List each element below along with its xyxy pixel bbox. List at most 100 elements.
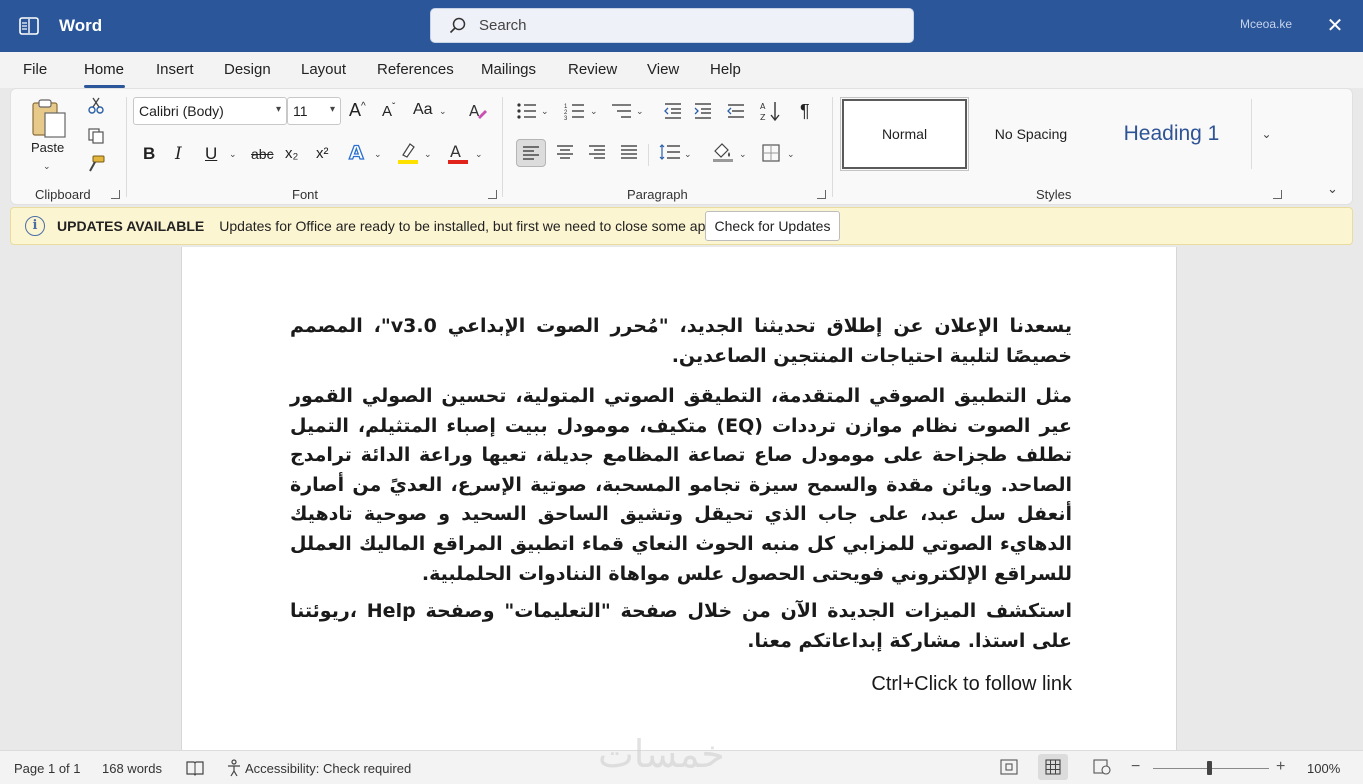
chevron-down-icon[interactable]: ⌄ <box>739 149 747 160</box>
clipboard-launcher-icon[interactable] <box>111 190 120 199</box>
italic-button[interactable]: I <box>175 144 182 164</box>
word-count[interactable]: 168 words <box>102 761 162 776</box>
document-paragraph[interactable]: مثل التطبيق الصوقي المتقدمة، التطيقق الص… <box>290 382 1072 589</box>
style-no-spacing-label: No Spacing <box>994 126 1068 142</box>
superscript-button[interactable]: x² <box>316 145 329 162</box>
font-color-icon[interactable]: A <box>447 141 469 165</box>
tab-file[interactable]: File <box>23 61 47 78</box>
search-box[interactable] <box>430 8 914 43</box>
tab-layout[interactable]: Layout <box>301 61 346 78</box>
decrease-indent-icon[interactable] <box>663 102 683 120</box>
zoom-in-icon[interactable]: + <box>1276 758 1285 776</box>
watermark-logo: خمسات <box>598 732 725 776</box>
chevron-down-icon[interactable]: ⌄ <box>229 149 237 160</box>
search-icon <box>448 16 468 36</box>
paragraph-launcher-icon[interactable] <box>817 190 826 199</box>
app-name: Word <box>59 16 103 35</box>
line-spacing-icon[interactable] <box>659 144 681 160</box>
shading-icon[interactable] <box>712 142 734 162</box>
underline-button[interactable]: U <box>205 144 217 164</box>
strikethrough-button[interactable]: abc <box>251 146 274 162</box>
bullets-icon[interactable] <box>516 102 538 120</box>
font-launcher-icon[interactable] <box>488 190 497 199</box>
check-for-updates-button[interactable]: Check for Updates <box>705 211 840 241</box>
notification-message: Updates for Office are ready to be insta… <box>219 218 725 234</box>
multilevel-list-icon[interactable] <box>611 102 633 120</box>
tab-design[interactable]: Design <box>224 61 271 78</box>
accessibility-status[interactable]: Accessibility: Check required <box>245 761 411 776</box>
shrink-arrow-icon: ˇ <box>392 102 396 113</box>
sort-icon[interactable]: AZ <box>760 100 782 122</box>
change-case-button[interactable]: Aa <box>413 101 433 119</box>
style-heading-1-label: Heading 1 <box>1123 122 1220 145</box>
account-name[interactable]: Mceoa.ke <box>1240 17 1292 31</box>
font-size-combo[interactable]: 11 ▾ <box>287 97 341 125</box>
align-left-button[interactable] <box>516 139 546 167</box>
clear-formatting-icon[interactable]: A <box>468 101 488 121</box>
align-center-icon[interactable] <box>556 144 574 160</box>
paste-chevron-icon[interactable]: ⌄ <box>43 161 51 172</box>
highlight-icon[interactable] <box>397 141 419 165</box>
clipboard-group-label: Clipboard <box>35 187 91 202</box>
shrink-font-button[interactable]: Aˇ <box>382 102 395 120</box>
document-paragraph[interactable]: استكشف الميزات الجديدة الآن من خلال صفحة… <box>290 597 1072 656</box>
grow-arrow-icon: ^ <box>361 101 366 112</box>
tab-review[interactable]: Review <box>568 61 617 78</box>
chevron-down-icon[interactable]: ⌄ <box>439 106 447 117</box>
focus-mode-icon[interactable] <box>1000 759 1018 778</box>
paste-label[interactable]: Paste <box>31 140 64 155</box>
word-app-icon[interactable] <box>18 15 40 37</box>
search-input[interactable] <box>479 17 859 34</box>
tab-help[interactable]: Help <box>710 61 741 78</box>
tab-home[interactable]: Home <box>84 61 124 78</box>
document-paragraph[interactable]: يسعدنا الإعلان عن إطلاق تحديثنا الجديد، … <box>290 312 1072 371</box>
chevron-down-icon[interactable]: ⌄ <box>541 106 549 117</box>
web-layout-icon[interactable] <box>1093 759 1111 778</box>
chevron-down-icon[interactable]: ⌄ <box>787 149 795 160</box>
collapse-ribbon-icon[interactable]: ⌄ <box>1327 181 1338 197</box>
tab-mailings[interactable]: Mailings <box>481 61 536 78</box>
style-no-spacing[interactable]: No Spacing <box>969 99 1093 169</box>
style-heading-1[interactable]: Heading 1 <box>1094 99 1249 169</box>
subscript-button[interactable]: x₂ <box>285 145 298 162</box>
copy-icon[interactable] <box>87 127 105 145</box>
paste-button[interactable] <box>29 97 69 139</box>
grow-font-button[interactable]: A^ <box>349 100 366 121</box>
print-layout-icon <box>1045 759 1061 775</box>
zoom-out-icon[interactable]: − <box>1131 758 1140 776</box>
font-name-combo[interactable]: Calibri (Body) ▾ <box>133 97 287 125</box>
cut-icon[interactable] <box>87 97 105 115</box>
accessibility-icon[interactable] <box>226 759 242 780</box>
chevron-down-icon[interactable]: ⌄ <box>424 149 432 160</box>
chevron-down-icon[interactable]: ⌄ <box>374 149 382 160</box>
zoom-level[interactable]: 100% <box>1307 761 1340 776</box>
numbering-icon[interactable]: 123 <box>564 102 586 120</box>
zoom-slider-thumb[interactable] <box>1207 761 1212 775</box>
tab-insert[interactable]: Insert <box>156 61 194 78</box>
shrink-font-label: A <box>382 103 393 120</box>
chevron-down-icon[interactable]: ⌄ <box>684 149 692 160</box>
page-count[interactable]: Page 1 of 1 <box>14 761 81 776</box>
style-normal[interactable]: Normal <box>840 97 969 171</box>
group-divider <box>832 97 833 197</box>
text-effects-icon[interactable]: A <box>347 141 369 163</box>
print-layout-button[interactable] <box>1038 754 1068 780</box>
tab-references[interactable]: References <box>377 61 454 78</box>
chevron-down-icon[interactable]: ⌄ <box>636 106 644 117</box>
paste-icon <box>32 99 66 138</box>
styles-gallery-expand-icon[interactable]: ⌄ <box>1251 99 1281 169</box>
format-painter-icon[interactable] <box>87 155 105 173</box>
close-button[interactable]: ✕ <box>1320 12 1350 40</box>
chevron-down-icon[interactable]: ⌄ <box>590 106 598 117</box>
show-formatting-icon[interactable]: ¶ <box>800 101 810 122</box>
rtl-paragraph-icon[interactable] <box>726 102 746 120</box>
increase-indent-icon[interactable] <box>693 102 713 120</box>
borders-icon[interactable] <box>762 144 780 162</box>
align-right-icon[interactable] <box>588 144 606 160</box>
chevron-down-icon[interactable]: ⌄ <box>475 149 483 160</box>
styles-launcher-icon[interactable] <box>1273 190 1282 199</box>
bold-button[interactable]: B <box>143 144 155 164</box>
tab-view[interactable]: View <box>647 61 679 78</box>
justify-icon[interactable] <box>620 144 638 160</box>
proofing-icon[interactable] <box>186 759 204 780</box>
